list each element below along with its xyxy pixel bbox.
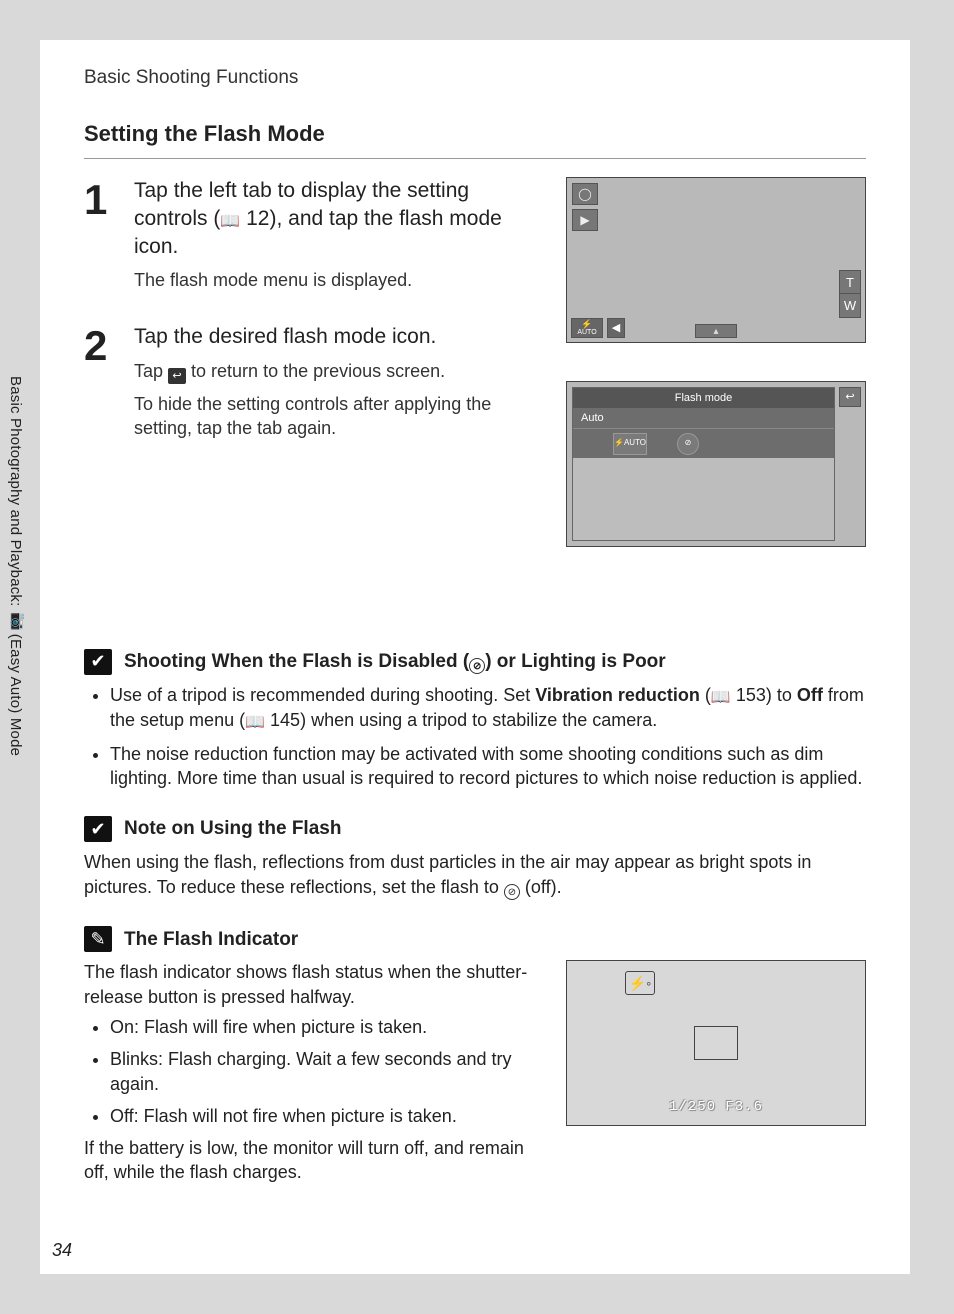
notes-area: ✔ Shooting When the Flash is Disabled (⊘… — [84, 649, 866, 1191]
note-1-heading: ✔ Shooting When the Flash is Disabled (⊘… — [84, 649, 866, 675]
steps-area: 1 Tap the left tab to display the settin… — [40, 177, 910, 448]
step-1-lead: Tap the left tab to display the setting … — [134, 177, 546, 260]
camera-screen-indicator: ⚡◦ 1/250 F3.6 — [566, 960, 866, 1126]
flash-off-option[interactable]: ⊘ — [677, 433, 699, 455]
text: (Easy Auto) Mode — [7, 629, 24, 756]
camera-mode-icon[interactable]: ◯ — [572, 183, 598, 205]
flash-indicator-text: The flash indicator shows flash status w… — [84, 960, 538, 1190]
page-ref: 153 — [736, 685, 766, 705]
note-2-heading: ✔ Note on Using the Flash — [84, 816, 866, 842]
note-1-bullets: Use of a tripod is recommended during sh… — [84, 683, 866, 791]
check-icon: ✔ — [84, 649, 112, 675]
text: ( — [700, 685, 711, 705]
book-icon: 📖 — [220, 211, 240, 232]
playback-icon[interactable]: ▶ — [572, 209, 598, 231]
book-icon: 📖 — [245, 712, 265, 734]
camera-icon: 📷 — [6, 610, 25, 630]
text: to return to the previous screen. — [186, 361, 445, 381]
back-button[interactable]: ↩ — [839, 387, 861, 407]
return-icon: ↩ — [168, 368, 186, 384]
text: Shooting When the Flash is Disabled ( — [124, 651, 469, 672]
note-3-bullets: On: Flash will fire when picture is take… — [84, 1015, 538, 1128]
page-ref: 12 — [246, 207, 269, 230]
step-number: 1 — [84, 177, 114, 300]
zoom-controls: T W — [839, 270, 861, 318]
menu-title: Flash mode — [573, 388, 834, 408]
text: ) when using a tripod to stabilize the c… — [300, 710, 657, 730]
flash-auto-option[interactable]: ⚡AUTO — [613, 433, 647, 455]
pencil-icon: ✎ — [84, 926, 112, 952]
note-1-title: Shooting When the Flash is Disabled (⊘) … — [124, 649, 666, 675]
text: (off). — [520, 877, 562, 897]
side-chapter-label: Basic Photography and Playback: 📷 (Easy … — [7, 376, 25, 896]
bold-text: Off — [797, 685, 823, 705]
list-item: The noise reduction function may be acti… — [110, 742, 866, 791]
note-3-title: The Flash Indicator — [124, 927, 298, 953]
note-2-para: When using the flash, reflections from d… — [84, 850, 866, 900]
mode-options-row: ⚡AUTO ⊘ — [573, 428, 834, 458]
chapter-header: Basic Shooting Functions — [40, 40, 910, 101]
step-1-detail: The flash mode menu is displayed. — [134, 268, 546, 292]
bold-text: Vibration reduction — [535, 685, 700, 705]
left-tab-column: ◯ ▶ — [572, 183, 598, 231]
selected-mode-label: Auto — [573, 408, 834, 428]
check-icon: ✔ — [84, 816, 112, 842]
step-2-detail-1: Tap ↩ to return to the previous screen. — [134, 359, 546, 384]
text: ) to — [766, 685, 797, 705]
camera-screen-flash-menu: Flash mode Auto ⚡AUTO ⊘ ↩ — [566, 381, 866, 547]
flash-mode-icon[interactable]: ⚡ AUTO — [571, 318, 603, 338]
zoom-tele-button[interactable]: T — [839, 270, 861, 294]
focus-frame-icon — [694, 1026, 738, 1060]
list-item: Off: Flash will not fire when picture is… — [110, 1104, 538, 1128]
zoom-wide-button[interactable]: W — [839, 294, 861, 318]
step-2-detail-2: To hide the setting controls after apply… — [134, 392, 546, 441]
text: Basic Photography and Playback: — [7, 376, 24, 611]
text: Tap — [134, 361, 168, 381]
page: Basic Shooting Functions Setting the Fla… — [40, 40, 910, 1274]
exposure-readout: 1/250 F3.6 — [567, 1098, 865, 1117]
list-item: On: Flash will fire when picture is take… — [110, 1015, 538, 1039]
text: When using the flash, reflections from d… — [84, 852, 811, 896]
list-item: Blinks: Flash charging. Wait a few secon… — [110, 1047, 538, 1096]
label: AUTO — [624, 438, 646, 449]
list-item: Use of a tripod is recommended during sh… — [110, 683, 866, 734]
page-ref: 145 — [270, 710, 300, 730]
book-icon: 📖 — [711, 687, 731, 709]
camera-screen-controls: ◯ ▶ ⚡ AUTO ◀ ▴ T W — [566, 177, 866, 343]
note-3-tail: If the battery is low, the monitor will … — [84, 1136, 538, 1185]
collapse-arrow-icon[interactable]: ◀ — [607, 318, 625, 338]
step-2-lead: Tap the desired flash mode icon. — [134, 323, 546, 351]
flash-off-icon: ⊘ — [504, 884, 520, 900]
section-title: Setting the Flash Mode — [84, 101, 866, 160]
note-3-heading: ✎ The Flash Indicator — [84, 926, 866, 952]
step-number: 2 — [84, 323, 114, 449]
page-number: 34 — [52, 1238, 72, 1262]
text: Use of a tripod is recommended during sh… — [110, 685, 535, 705]
tray-handle-icon[interactable]: ▴ — [695, 324, 737, 338]
note-2-title: Note on Using the Flash — [124, 816, 341, 842]
note-3-lead: The flash indicator shows flash status w… — [84, 960, 538, 1009]
flash-indicator-block: The flash indicator shows flash status w… — [84, 960, 866, 1190]
flash-ready-icon: ⚡◦ — [625, 971, 655, 995]
auto-label: AUTO — [577, 329, 596, 336]
text: ) or Lighting is Poor — [485, 651, 665, 672]
flash-off-icon: ⊘ — [469, 658, 485, 674]
